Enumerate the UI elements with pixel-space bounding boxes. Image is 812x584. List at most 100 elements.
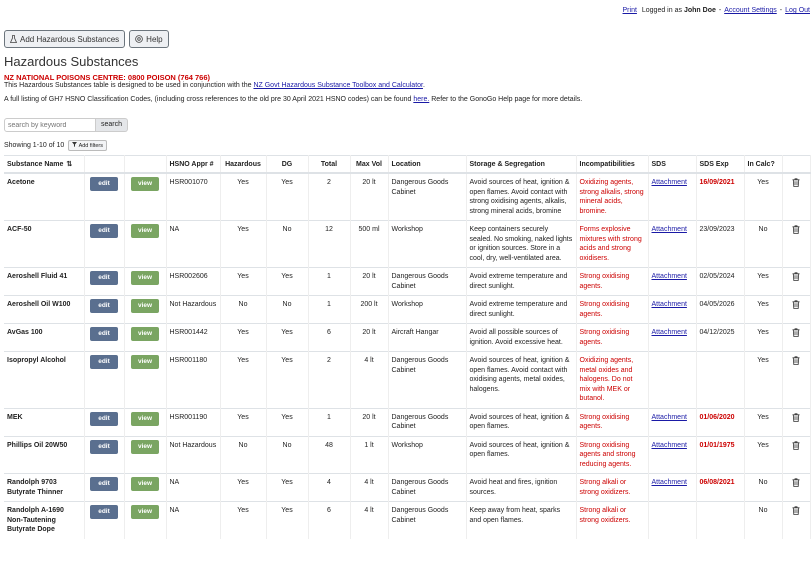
trash-icon[interactable] — [792, 300, 800, 309]
description-line-2: A full listing of GH7 HSNO Classificatio… — [4, 96, 582, 103]
trash-icon[interactable] — [792, 440, 800, 450]
edit-button[interactable]: edit — [90, 177, 118, 191]
account-settings-link[interactable]: Account Settings — [724, 7, 777, 14]
total-count: 6 — [308, 501, 351, 539]
sds-expiry — [696, 501, 745, 539]
sds-attachment-link[interactable]: Attachment — [652, 301, 687, 308]
trash-icon[interactable] — [792, 178, 800, 187]
help-button[interactable]: Help — [129, 30, 169, 48]
hazardous-flag: Yes — [220, 267, 267, 296]
logged-in-label: Logged in as — [641, 7, 682, 14]
add-filters-button[interactable]: Add filters — [68, 140, 108, 151]
sds-attachment-link[interactable]: Attachment — [652, 273, 687, 280]
incompatibilities: Strong oxidising agents. — [576, 323, 649, 352]
view-button[interactable]: view — [131, 271, 159, 285]
showing-count: Showing 1-10 of 10 — [4, 142, 65, 149]
view-button[interactable]: view — [131, 327, 159, 341]
trash-icon[interactable] — [792, 506, 800, 515]
table-row: AvGas 100 edit view HSR001442 Yes Yes 6 20 lt Ai… — [4, 323, 811, 352]
edit-button[interactable]: edit — [90, 411, 118, 426]
delete-cell — [782, 473, 811, 502]
sds-attachment-link[interactable]: Attachment — [652, 442, 687, 449]
trash-icon[interactable] — [792, 225, 800, 234]
trash-icon[interactable] — [792, 412, 800, 422]
storage-segregation: Keep away from heat, sparks and open fla… — [466, 501, 577, 539]
column-header[interactable]: Substance Name ⇅ — [4, 155, 85, 174]
view-button[interactable]: view — [131, 439, 159, 454]
edit-button[interactable]: edit — [90, 505, 118, 519]
edit-button[interactable]: edit — [90, 271, 118, 285]
sds-cell: Attachment — [648, 220, 697, 268]
in-calc: Yes — [744, 267, 783, 296]
view-button[interactable]: view — [131, 411, 159, 426]
view-cell: view — [124, 172, 167, 221]
trash-icon[interactable] — [792, 328, 800, 337]
search-bar: search — [4, 118, 129, 132]
print-link[interactable]: Print — [623, 7, 637, 14]
column-header — [84, 155, 125, 174]
column-header: Storage & Segregation — [466, 155, 577, 174]
sds-attachment-link[interactable]: Attachment — [652, 226, 687, 233]
location: Dangerous Goods Cabinet — [388, 267, 467, 296]
view-cell: view — [124, 473, 167, 502]
logout-link[interactable]: Log Out — [785, 7, 810, 14]
view-button[interactable]: view — [131, 224, 159, 238]
toolbox-link[interactable]: NZ Govt Hazardous Substance Toolbox and … — [253, 82, 423, 89]
location: Dangerous Goods Cabinet — [388, 473, 467, 502]
view-button[interactable]: view — [131, 299, 159, 313]
location: Aircraft Hangar — [388, 323, 467, 352]
sds-attachment-link[interactable]: Attachment — [652, 479, 687, 486]
trash-icon[interactable] — [792, 356, 800, 365]
hsno-approval: HSR001070 — [166, 172, 221, 221]
edit-cell: edit — [84, 501, 125, 539]
column-header: SDS Exp — [696, 155, 745, 174]
view-cell: view — [124, 220, 167, 268]
sds-expiry: 06/08/2021 — [696, 473, 745, 502]
view-button[interactable]: view — [131, 355, 159, 369]
column-header: Hazardous — [220, 155, 267, 174]
trash-icon[interactable] — [792, 478, 800, 487]
storage-segregation: Avoid sources of heat, ignition & open f… — [466, 172, 577, 221]
edit-button[interactable]: edit — [90, 299, 118, 313]
table-row: Acetone edit view HSR001070 Yes Yes 2 20 lt Dang… — [4, 172, 811, 221]
hsno-codes-link[interactable]: here. — [413, 96, 429, 103]
view-button[interactable]: view — [131, 505, 159, 519]
trash-icon[interactable] — [792, 272, 800, 281]
view-button[interactable]: view — [131, 177, 159, 191]
hsno-approval: HSR001190 — [166, 407, 221, 436]
sds-attachment-link[interactable]: Attachment — [652, 414, 687, 421]
edit-button[interactable]: edit — [90, 327, 118, 341]
search-input[interactable] — [4, 118, 96, 132]
search-button[interactable]: search — [96, 118, 129, 132]
add-substance-button[interactable]: Add Hazardous Substances — [4, 30, 126, 48]
sort-icon[interactable]: ⇅ — [66, 161, 72, 168]
table-row: Randolph 9703 Butyrate Thinner edit view NA… — [4, 473, 811, 502]
sds-cell: Attachment — [648, 435, 697, 474]
desc1-end: . — [422, 82, 425, 89]
edit-button[interactable]: edit — [90, 477, 118, 491]
substance-name: Aeroshell Fluid 41 — [4, 267, 85, 296]
storage-segregation: Avoid extreme temperature and direct sun… — [466, 267, 577, 296]
sds-attachment-link[interactable]: Attachment — [652, 329, 687, 336]
edit-button[interactable]: edit — [90, 355, 118, 369]
sds-attachment-link[interactable]: Attachment — [652, 179, 687, 186]
substance-name: AvGas 100 — [4, 323, 85, 352]
desc2-text: A full listing of GH7 HSNO Classificatio… — [4, 96, 412, 103]
in-calc: No — [744, 220, 783, 268]
max-volume: 4 lt — [350, 351, 389, 408]
sds-expiry: 01/06/2020 — [696, 407, 745, 436]
total-count: 48 — [308, 435, 351, 474]
hazardous-flag: No — [220, 295, 267, 324]
location: Workshop — [388, 295, 467, 324]
hazardous-flag: Yes — [220, 172, 267, 221]
description-line-1: This Hazardous Substances table is desig… — [4, 82, 425, 89]
hsno-approval: NA — [166, 473, 221, 502]
storage-segregation: Avoid heat and fires, ignition sources. — [466, 473, 577, 502]
dg-flag: Yes — [266, 351, 309, 408]
view-button[interactable]: view — [131, 477, 159, 491]
storage-segregation: Avoid extreme temperature and direct sun… — [466, 295, 577, 324]
edit-button[interactable]: edit — [90, 224, 118, 238]
in-calc: No — [744, 501, 783, 539]
edit-button[interactable]: edit — [90, 439, 118, 454]
total-count: 1 — [308, 267, 351, 296]
